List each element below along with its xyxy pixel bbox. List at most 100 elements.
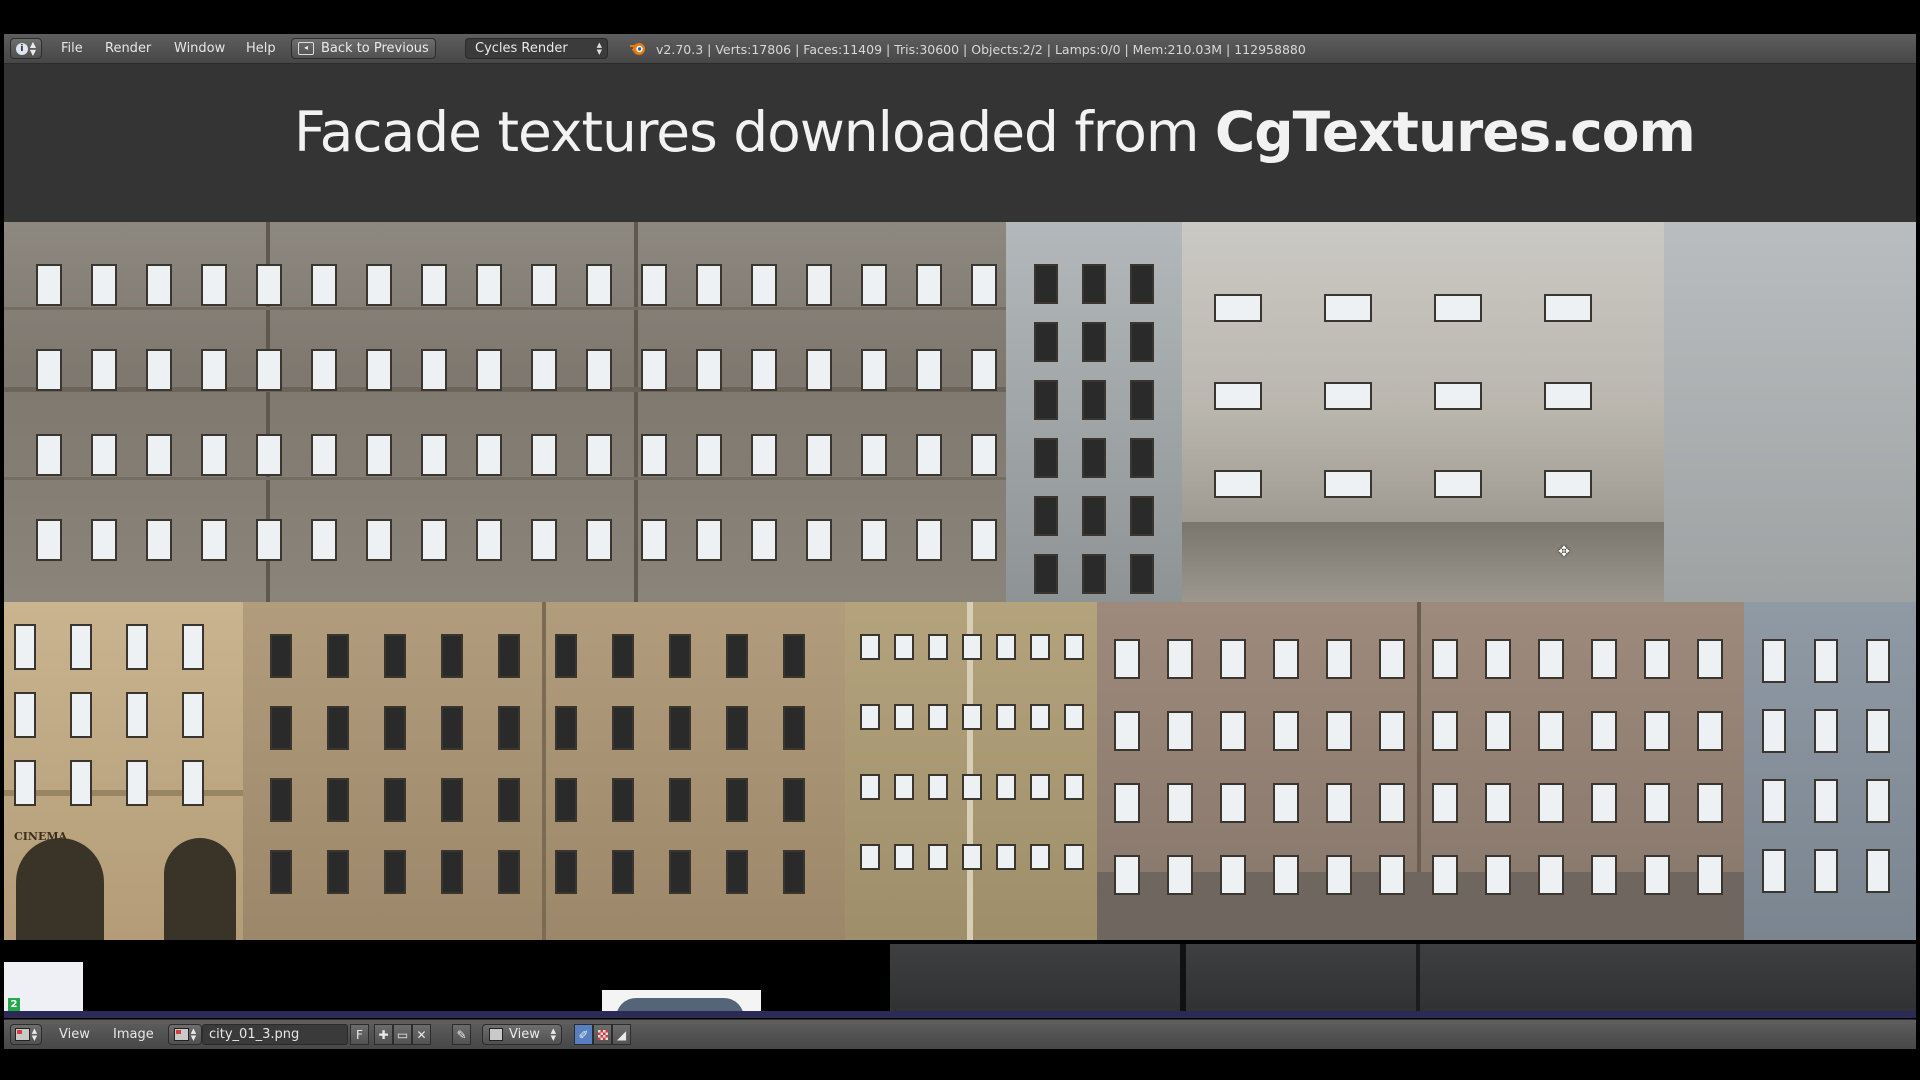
facade-window bbox=[1034, 438, 1058, 478]
image-bottom-band bbox=[4, 1011, 1916, 1018]
view-mode-select[interactable]: View ▲ ▼ bbox=[482, 1024, 562, 1045]
facade-window bbox=[256, 349, 282, 391]
facade-window bbox=[1697, 639, 1723, 679]
facade-window bbox=[256, 519, 282, 561]
facade-window bbox=[641, 434, 667, 476]
facade-window bbox=[201, 434, 227, 476]
facade-window bbox=[531, 264, 557, 306]
paint-mode-toggle[interactable]: ✐ bbox=[574, 1024, 593, 1045]
open-image-button[interactable]: ▭ bbox=[393, 1024, 412, 1045]
facade-window bbox=[182, 692, 204, 738]
facade-window bbox=[1167, 639, 1193, 679]
facade-window bbox=[1538, 783, 1564, 823]
facade-window bbox=[962, 704, 982, 730]
facade-window bbox=[531, 519, 557, 561]
facade-window bbox=[1034, 322, 1058, 362]
facade-window bbox=[421, 434, 447, 476]
texture-white-tile: 2 bbox=[4, 962, 83, 1018]
facade-window bbox=[806, 519, 832, 561]
facade-window bbox=[476, 434, 502, 476]
facade-window bbox=[1130, 322, 1154, 362]
checker-toggle[interactable] bbox=[593, 1024, 612, 1045]
facade-window bbox=[126, 760, 148, 806]
facade-window bbox=[384, 706, 406, 750]
facade-weathered-white bbox=[1182, 222, 1664, 602]
facade-window bbox=[1591, 783, 1617, 823]
back-icon: ◂ bbox=[298, 42, 314, 55]
menu-file[interactable]: File bbox=[61, 41, 83, 56]
pin-button[interactable]: ✎ bbox=[452, 1024, 471, 1045]
facade-window bbox=[327, 778, 349, 822]
menu-image[interactable]: Image bbox=[113, 1027, 154, 1042]
updown-arrows-icon: ▲ ▼ bbox=[190, 1026, 197, 1042]
checker-icon bbox=[597, 1029, 608, 1040]
image-browse-button[interactable]: ▲ ▼ bbox=[168, 1024, 202, 1045]
facade-window bbox=[1485, 639, 1511, 679]
render-engine-value: Cycles Render bbox=[475, 41, 568, 56]
menu-view[interactable]: View bbox=[59, 1027, 90, 1042]
facade-window bbox=[726, 850, 748, 894]
facade-window bbox=[1214, 470, 1262, 498]
back-to-previous-button[interactable]: ◂ Back to Previous bbox=[291, 38, 436, 59]
facade-window bbox=[14, 760, 36, 806]
menu-window[interactable]: Window bbox=[174, 41, 225, 56]
facade-window bbox=[555, 634, 577, 678]
facade-window bbox=[36, 349, 62, 391]
view-mode-label: View bbox=[509, 1027, 540, 1042]
menu-render[interactable]: Render bbox=[105, 41, 151, 56]
facade-window bbox=[751, 264, 777, 306]
editor-type-button[interactable]: ▲ ▼ bbox=[10, 1024, 42, 1045]
facade-window bbox=[1544, 294, 1592, 322]
facade-window bbox=[311, 434, 337, 476]
menu-help[interactable]: Help bbox=[246, 41, 276, 56]
facade-window bbox=[1082, 322, 1106, 362]
facade-window bbox=[962, 634, 982, 660]
facade-window bbox=[1273, 783, 1299, 823]
facade-window bbox=[1762, 779, 1786, 823]
facade-window bbox=[971, 519, 997, 561]
facade-window bbox=[1324, 382, 1372, 410]
blender-logo-icon bbox=[630, 43, 645, 55]
facade-window bbox=[70, 760, 92, 806]
facade-window bbox=[1591, 711, 1617, 751]
facade-window bbox=[126, 692, 148, 738]
pin-icon: ✎ bbox=[456, 1027, 467, 1042]
new-image-button[interactable]: ✚ bbox=[374, 1024, 393, 1045]
unlink-image-button[interactable]: ✕ bbox=[412, 1024, 431, 1045]
facade-window bbox=[1814, 639, 1838, 683]
facade-window bbox=[327, 634, 349, 678]
facade-window bbox=[1326, 783, 1352, 823]
facade-window bbox=[1130, 496, 1154, 536]
render-engine-select[interactable]: Cycles Render ▲ ▼ bbox=[465, 38, 608, 59]
facade-window bbox=[311, 264, 337, 306]
facade-window bbox=[384, 634, 406, 678]
facade-window bbox=[1064, 774, 1084, 800]
facade-window bbox=[1034, 264, 1058, 304]
facade-window bbox=[91, 264, 117, 306]
fake-user-button[interactable]: F bbox=[350, 1024, 369, 1045]
facade-window bbox=[751, 434, 777, 476]
facade-window bbox=[726, 634, 748, 678]
image-editor-canvas[interactable]: Facade textures downloaded from CgTextur… bbox=[4, 64, 1916, 1018]
editor-type-info-button[interactable]: i ▲ ▼ bbox=[10, 38, 42, 59]
mask-toggle[interactable]: ◢ bbox=[612, 1024, 631, 1045]
facade-window bbox=[1644, 855, 1670, 895]
facade-window bbox=[996, 634, 1016, 660]
facade-window bbox=[1379, 783, 1405, 823]
facade-window bbox=[1324, 470, 1372, 498]
facade-window bbox=[1379, 639, 1405, 679]
facade-window bbox=[421, 264, 447, 306]
image-name-field[interactable]: city_01_3.png bbox=[202, 1024, 348, 1045]
facade-window bbox=[962, 774, 982, 800]
facade-window bbox=[726, 778, 748, 822]
facade-window bbox=[256, 264, 282, 306]
facade-window bbox=[270, 778, 292, 822]
facade-window bbox=[1379, 855, 1405, 895]
mask-icon: ◢ bbox=[616, 1027, 627, 1042]
facade-window bbox=[201, 264, 227, 306]
facade-window bbox=[1644, 639, 1670, 679]
facade-window bbox=[36, 434, 62, 476]
facade-window bbox=[1082, 496, 1106, 536]
texture-banner: Facade textures downloaded from CgTextur… bbox=[4, 64, 1916, 222]
facade-window bbox=[14, 692, 36, 738]
